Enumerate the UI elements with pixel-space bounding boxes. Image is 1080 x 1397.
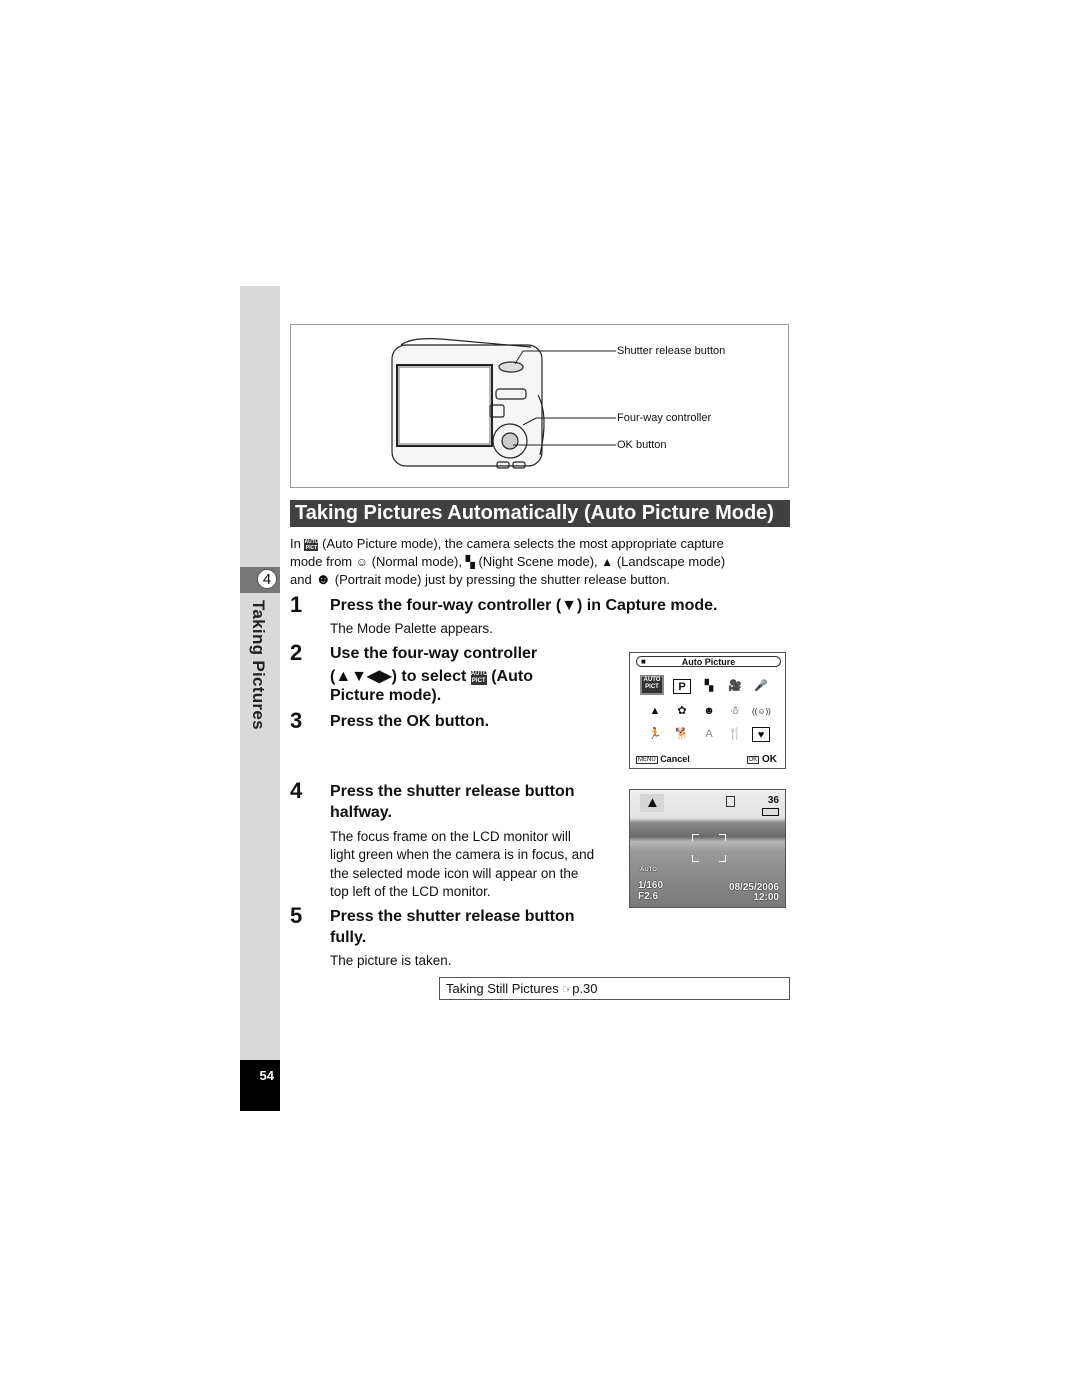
chapter-number: 4: [257, 569, 277, 589]
focus-frame-corner: [719, 834, 726, 841]
normal-mode-icon: ☺: [355, 555, 369, 569]
battery-icon: [762, 808, 779, 816]
shots-remaining: 36: [767, 795, 779, 806]
page-number: 54: [259, 1068, 274, 1083]
step-4-number: 4: [290, 778, 303, 803]
step-4-desc-4: top left of the LCD monitor.: [330, 884, 491, 899]
frame-composite-mode-icon: ♥: [752, 727, 770, 742]
mode-palette-screen: ■ Auto Picture AUTO PICT P ▚ 🎥 🎤 ▲ ✿ ☻ ☃ …: [629, 652, 786, 769]
landscape-icon: ▲: [601, 555, 614, 569]
palette-header: ■ Auto Picture: [636, 656, 781, 667]
step-5-line-2: fully.: [330, 929, 367, 946]
focus-frame-corner: [692, 855, 699, 862]
landscape-mode-indicator: ▲: [640, 794, 664, 812]
pointing-hand-icon: ☞: [562, 984, 573, 996]
landscape-icon: ▲: [645, 794, 660, 811]
aperture: F2.6: [638, 891, 659, 902]
memory-card-icon: [726, 796, 735, 807]
step-1-number: 1: [290, 592, 303, 617]
auto-pict-mode-icon: AUTO PICT: [640, 675, 664, 695]
intro-line-3: and ☻ (Portrait mode) just by pressing t…: [290, 571, 671, 588]
sport-mode-icon: 🏃: [648, 728, 662, 740]
intro-line-1: In AUTO PICT (Auto Picture mode), the cam…: [290, 536, 724, 551]
step-2-line-2: (▲▼◀▶) to select AUTO PICT (Auto: [330, 668, 533, 685]
shutter-speed: 1/160: [638, 880, 664, 891]
voice-mode-icon: 🎤: [754, 680, 768, 692]
step-3-text: Press the OK button.: [330, 713, 490, 730]
digital-sr-mode-icon: ((☺)): [752, 707, 771, 716]
stabilizer-icon: AUTO: [640, 867, 657, 873]
palette-ok: OK OK: [746, 754, 777, 765]
step-2-line-3: Picture mode).: [330, 687, 442, 704]
step-1-text: Press the four-way controller (▼) in Cap…: [330, 597, 718, 614]
step-5-line-1: Press the shutter release button: [330, 908, 575, 925]
auto-pict-icon: AUTO PICT: [470, 671, 488, 685]
step-4-desc-1: The focus frame on the LCD monitor will: [330, 829, 571, 844]
food-mode-icon: 🍴: [728, 728, 742, 740]
pet-mode-icon: 🐕: [675, 728, 689, 740]
callout-shutter-release: Shutter release button: [617, 345, 726, 357]
palette-cancel: MENU Cancel: [636, 754, 690, 764]
portrait-icon: ☻: [315, 571, 332, 588]
callout-four-way: Four-way controller: [617, 412, 712, 424]
camera-figure: Shutter release button Four-way controll…: [290, 324, 789, 488]
step-4-line-2: halfway.: [330, 804, 392, 821]
page-reference-link[interactable]: Taking Still Pictures ☞p.30: [439, 977, 790, 1000]
step-1-desc: The Mode Palette appears.: [330, 621, 493, 636]
flower-mode-icon: ✿: [677, 705, 687, 717]
focus-frame-corner: [719, 855, 726, 862]
auto-pict-icon: AUTO PICT: [304, 539, 319, 551]
night-scene-mode-icon: ▚: [704, 680, 714, 692]
time: 12:00: [753, 892, 779, 903]
lcd-preview-photo: ▲ 36 AUTO 1/160 F2.6 08/25/2006 12:00: [629, 789, 786, 908]
menu-key-icon: MENU: [636, 756, 658, 764]
step-4-desc-2: light green when the camera is in focus,…: [330, 847, 595, 862]
landscape-mode-icon: ▲: [649, 705, 661, 717]
intro-line-2: mode from ☺ (Normal mode), ▚ (Night Scen…: [290, 554, 726, 569]
program-mode-icon: P: [673, 679, 691, 694]
step-5-desc: The picture is taken.: [330, 953, 452, 968]
step-4-line-1: Press the shutter release button: [330, 783, 575, 800]
portrait-mode-icon: ☻: [703, 705, 715, 717]
step-2-number: 2: [290, 640, 303, 665]
snow-mode-icon: ☃: [730, 705, 740, 717]
step-4-desc-3: the selected mode icon will appear on th…: [330, 866, 579, 881]
movie-mode-icon: 🎥: [728, 680, 742, 692]
step-5-number: 5: [290, 903, 303, 928]
section-title: Taking Pictures Automatically (Auto Pict…: [290, 500, 790, 527]
step-2-line-1: Use the four-way controller: [330, 645, 538, 662]
callout-ok-button: OK button: [617, 439, 667, 451]
ok-key-icon: OK: [746, 756, 760, 764]
night-scene-icon: ▚: [465, 555, 475, 569]
chapter-title: Taking Pictures: [249, 600, 268, 730]
step-3-number: 3: [290, 708, 303, 733]
camera-icon: ■: [641, 657, 646, 666]
focus-frame-corner: [692, 834, 699, 841]
text-mode-icon: A: [705, 728, 713, 740]
